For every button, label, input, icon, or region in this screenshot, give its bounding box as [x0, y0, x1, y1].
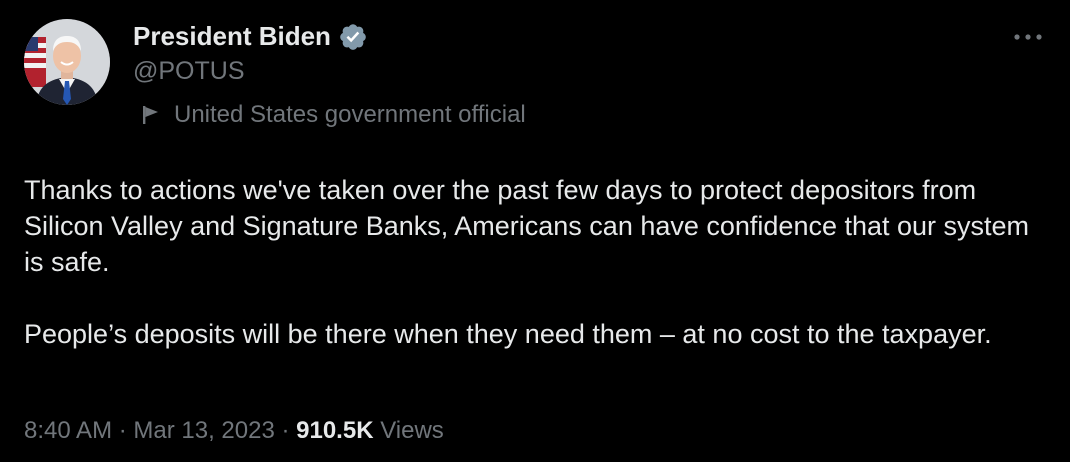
flag-icon — [143, 106, 158, 124]
ellipsis-icon — [1014, 34, 1042, 40]
tweet-paragraph: Thanks to actions we've taken over the p… — [24, 175, 1030, 277]
more-options-button[interactable] — [1008, 22, 1048, 52]
tweet-paragraph: People’s deposits will be there when the… — [24, 319, 992, 349]
affiliation-label: United States government official — [139, 101, 526, 129]
tweet-time[interactable]: 8:40 AM — [24, 417, 112, 444]
author-name[interactable]: President Biden — [133, 21, 368, 52]
tweet-text: Thanks to actions we've taken over the p… — [24, 172, 1054, 388]
tweet: President Biden @POTUS United States gov… — [0, 0, 1070, 462]
author-avatar[interactable] — [24, 19, 110, 105]
tweet-date[interactable]: Mar 13, 2023 — [133, 417, 274, 444]
views-count[interactable]: 910.5K — [296, 417, 373, 444]
author-handle[interactable]: @POTUS — [133, 57, 245, 86]
author-name-text: President Biden — [133, 21, 331, 51]
verified-badge-icon[interactable] — [338, 22, 368, 52]
views-label: Views — [373, 417, 444, 444]
meta-separator: · — [112, 417, 134, 444]
avatar-image — [24, 19, 110, 105]
meta-separator: · — [274, 417, 297, 444]
tweet-metadata: 8:40 AM · Mar 13, 2023 · 910.5K Views — [24, 417, 444, 445]
affiliation-text: United States government official — [174, 101, 526, 128]
